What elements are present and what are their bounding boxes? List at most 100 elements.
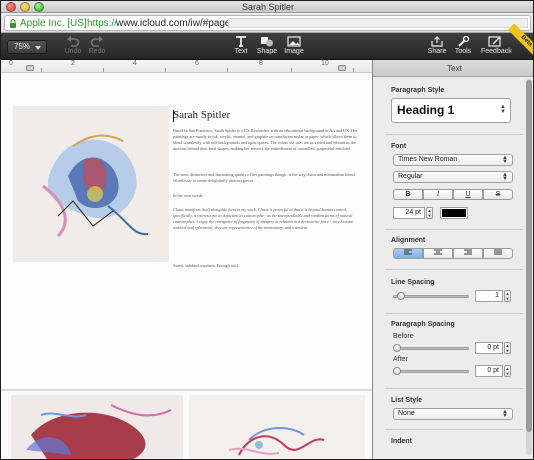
- body-paragraph[interactable]: In her own words:: [173, 193, 359, 199]
- image-label: Image: [284, 48, 304, 55]
- after-label: After: [393, 356, 408, 363]
- url-field[interactable]: Apple Inc. [US] https:// www.icloud.com/…: [4, 15, 531, 31]
- after-spacing-slider-knob[interactable]: [393, 367, 401, 375]
- shape-icon: [261, 37, 273, 47]
- share-label: Share: [427, 48, 447, 55]
- browser-window: Sarah Spitler Apple Inc. [US] https:// w…: [0, 0, 534, 460]
- ruler[interactable]: 0 2 4 6 8 10: [1, 60, 372, 73]
- font-family-value: Times New Roman: [398, 156, 458, 163]
- font-size-field[interactable]: 24 pt: [393, 207, 425, 219]
- align-left-button[interactable]: [393, 248, 423, 259]
- body-paragraph[interactable]: Sweet, subdued mayhem. Enough said.: [173, 263, 359, 269]
- ruler-tick: [291, 68, 292, 72]
- after-spacing-slider[interactable]: [393, 370, 469, 373]
- shape-button[interactable]: Shape: [253, 36, 281, 59]
- image-button[interactable]: Image: [280, 36, 308, 59]
- up-down-arrows-icon: ▲ ▼: [502, 155, 508, 165]
- justify-icon: [494, 249, 502, 255]
- artwork-image-left[interactable]: [11, 395, 183, 460]
- feedback-button[interactable]: Feedback: [481, 36, 512, 59]
- font-color-well[interactable]: [440, 207, 468, 219]
- align-right-button[interactable]: [453, 248, 483, 259]
- text-icon: [236, 36, 246, 47]
- font-weight-select[interactable]: Regular ▲ ▼: [393, 171, 513, 183]
- right-margin-marker[interactable]: [338, 65, 346, 71]
- ruler-tick: [353, 68, 354, 72]
- before-spacing-stepper[interactable]: ▲ ▼: [504, 342, 511, 354]
- document-canvas[interactable]: 0 2 4 6 8 10 Sarah Spitler Based in San …: [1, 60, 372, 460]
- before-spacing-field[interactable]: 0 pt: [475, 342, 503, 354]
- share-button[interactable]: Share: [423, 36, 451, 59]
- url-path-redacted: [228, 18, 528, 28]
- feedback-icon: [488, 36, 501, 47]
- after-spacing-field[interactable]: 0 pt: [475, 365, 503, 377]
- feedback-label: Feedback: [481, 48, 512, 55]
- title-bar: Sarah Spitler: [1, 1, 533, 13]
- alignment-heading: Alignment: [391, 237, 426, 244]
- font-color-swatch: [442, 209, 466, 217]
- inspector-scrollbar-thumb[interactable]: [526, 80, 532, 432]
- section-divider: [385, 229, 523, 230]
- paragraph-spacing-heading: Paragraph Spacing: [391, 321, 455, 328]
- font-family-select[interactable]: Times New Roman ▲ ▼: [393, 154, 513, 166]
- text-button[interactable]: Text: [227, 36, 255, 59]
- line-spacing-stepper[interactable]: ▲ ▼: [504, 290, 511, 302]
- align-center-button[interactable]: [423, 248, 453, 259]
- artwork-image-main[interactable]: [13, 106, 169, 262]
- page-2[interactable]: [1, 391, 372, 460]
- align-left-icon: [404, 249, 412, 255]
- section-divider: [385, 388, 523, 389]
- up-down-arrows-icon: ▲ ▼: [502, 409, 508, 419]
- page-1[interactable]: Sarah Spitler Based in San Francisco, Sa…: [1, 73, 372, 389]
- url-host: www.icloud.com/iw/#pages/: [116, 18, 239, 29]
- underline-button[interactable]: U: [453, 189, 483, 200]
- certificate-name: Apple Inc. [US]: [20, 18, 87, 29]
- share-icon: [431, 36, 443, 47]
- italic-button[interactable]: I: [423, 189, 453, 200]
- paragraph-style-select[interactable]: Heading 1 ▲ ▼: [391, 98, 511, 123]
- document-title[interactable]: Sarah Spitler: [173, 109, 230, 121]
- strikethrough-button[interactable]: S: [483, 189, 513, 200]
- ruler-label: 8: [259, 60, 263, 67]
- chevron-down-icon: [35, 46, 41, 50]
- ruler-label: 6: [195, 60, 199, 67]
- section-divider: [385, 313, 523, 314]
- wrench-icon: [458, 36, 470, 47]
- body-paragraph[interactable]: Based in San Francisco, Sarah Spitler is…: [173, 128, 359, 152]
- quote-paragraph[interactable]: Chaos manifests itself alongside form in…: [173, 207, 359, 231]
- inspector-tab-text[interactable]: Text: [373, 60, 533, 77]
- image-icon: [287, 36, 301, 47]
- up-down-arrows-icon: ▲ ▼: [500, 104, 506, 115]
- redo-label: Redo: [88, 48, 106, 55]
- section-divider: [385, 429, 523, 430]
- shape-label: Shape: [256, 48, 278, 55]
- redo-icon: [90, 36, 103, 47]
- line-spacing-slider-knob[interactable]: [397, 292, 405, 300]
- after-spacing-stepper[interactable]: ▲ ▼: [504, 365, 511, 377]
- before-spacing-slider-knob[interactable]: [393, 344, 401, 352]
- before-label: Before: [393, 333, 414, 340]
- artwork-image-right[interactable]: [189, 395, 365, 460]
- left-margin-marker[interactable]: [26, 65, 34, 71]
- paragraph-style-value: Heading 1: [397, 103, 455, 117]
- redo-button[interactable]: Redo: [83, 36, 111, 59]
- ruler-label: 2: [71, 60, 75, 67]
- format-inspector: Text Paragraph Style Heading 1 ▲ ▼ Font T…: [372, 60, 533, 459]
- ruler-tick: [165, 68, 166, 72]
- before-spacing-slider[interactable]: [393, 347, 469, 350]
- body-paragraph[interactable]: The most distinctive and fascinating qua…: [173, 172, 359, 184]
- zoom-select[interactable]: 75%: [7, 40, 47, 54]
- ruler-tick: [227, 68, 228, 72]
- align-right-icon: [464, 249, 472, 255]
- bold-button[interactable]: B: [393, 189, 423, 200]
- tools-button[interactable]: Tools: [449, 36, 477, 59]
- line-spacing-heading: Line Spacing: [391, 279, 435, 286]
- justify-button[interactable]: [483, 248, 513, 259]
- zoom-value: 75%: [14, 42, 31, 51]
- text-label: Text: [234, 48, 248, 55]
- line-spacing-field[interactable]: 1: [475, 290, 503, 302]
- section-divider: [385, 134, 523, 135]
- font-size-stepper[interactable]: ▲ ▼: [426, 207, 433, 219]
- list-style-select[interactable]: None ▲ ▼: [393, 408, 513, 420]
- address-bar: Apple Inc. [US] https:// www.icloud.com/…: [1, 13, 533, 33]
